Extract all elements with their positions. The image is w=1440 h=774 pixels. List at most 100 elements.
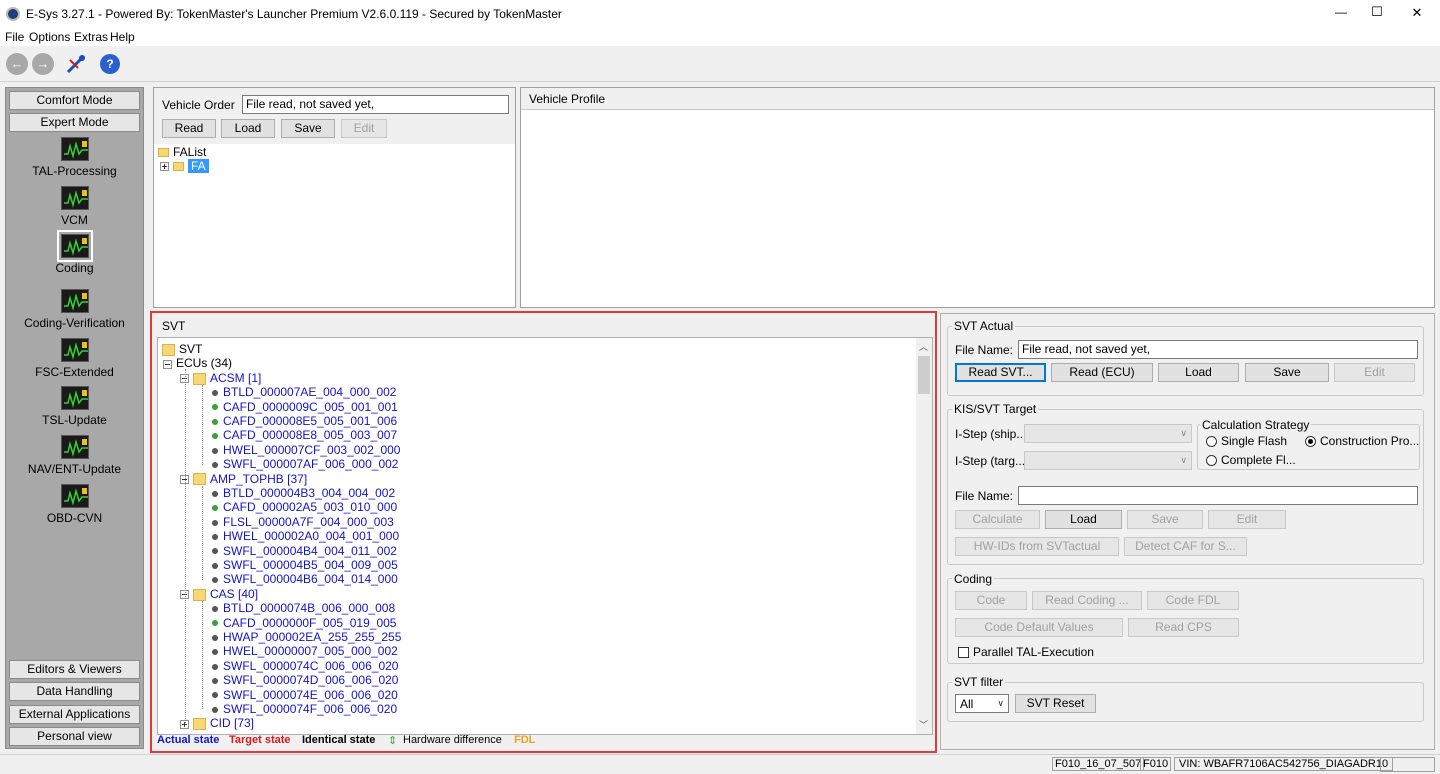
svt-item-row[interactable]: HWEL_000002A0_004_001_000: [212, 529, 399, 543]
personal-view-tab[interactable]: Personal view: [9, 727, 140, 746]
scroll-down-icon[interactable]: ﹀: [919, 718, 928, 731]
mode-label: FSC-Extended: [35, 365, 114, 379]
folder-icon: [162, 343, 175, 356]
ecus-node[interactable]: ECUs (34): [163, 356, 232, 370]
svt-item-row[interactable]: HWEL_000007CF_003_002_000: [212, 443, 400, 457]
parallel-tal-checkbox[interactable]: Parallel TAL-Execution: [958, 645, 1094, 659]
svt-item-row[interactable]: CAFD_000008E8_005_003_007: [212, 428, 397, 442]
monitor-icon: [60, 484, 89, 508]
svt-reset-button[interactable]: SVT Reset: [1015, 694, 1096, 713]
close-button[interactable]: ✕: [1402, 5, 1432, 21]
mode-vcm[interactable]: VCM: [9, 186, 140, 227]
read-svt-button[interactable]: Read SVT...: [955, 363, 1046, 382]
svt-root-node[interactable]: SVT: [162, 342, 202, 356]
vo-save-button[interactable]: Save: [281, 119, 335, 138]
svt-item-row[interactable]: CAFD_0000000F_005_019_005: [212, 616, 396, 630]
svt-actual-save-button[interactable]: Save: [1245, 363, 1329, 382]
expert-mode-tab[interactable]: Expert Mode: [9, 113, 140, 132]
complete-flash-radio[interactable]: Complete Fl...: [1206, 453, 1296, 467]
read-ecu-button[interactable]: Read (ECU): [1051, 363, 1153, 382]
code-default-values-button[interactable]: Code Default Values: [955, 618, 1123, 637]
vehicle-order-field[interactable]: File read, not saved yet,: [242, 95, 509, 114]
istep-targ-dropdown[interactable]: ∨: [1024, 451, 1192, 470]
connect-icon[interactable]: [64, 52, 88, 76]
svt-item-row[interactable]: BTLD_0000074B_006_000_008: [212, 601, 395, 615]
menu-extras[interactable]: Extras: [74, 30, 108, 44]
svt-item-row[interactable]: FLSL_00000A7F_004_000_003: [212, 515, 394, 529]
scroll-up-icon[interactable]: ︿: [919, 340, 928, 353]
menu-file[interactable]: File: [5, 30, 24, 44]
scroll-thumb[interactable]: [918, 356, 930, 394]
mode-obd-cvn[interactable]: OBD-CVN: [9, 484, 140, 525]
svt-actual-edit-button[interactable]: Edit: [1334, 363, 1415, 382]
istep-ship-dropdown[interactable]: ∨: [1024, 424, 1192, 443]
svt-item-row[interactable]: CAFD_000002A5_003_010_000: [212, 500, 397, 514]
state-dot-icon: [212, 562, 218, 569]
code-button[interactable]: Code: [955, 591, 1027, 610]
state-dot-icon: [212, 519, 218, 526]
mode-coding[interactable]: Coding: [9, 230, 140, 275]
mode-fsc-extended[interactable]: FSC-Extended: [9, 338, 140, 379]
comfort-mode-tab[interactable]: Comfort Mode: [9, 91, 140, 110]
svt-item-row[interactable]: SWFL_0000074F_006_006_020: [212, 702, 397, 716]
svt-item-row[interactable]: CAFD_0000009C_005_001_001: [212, 400, 398, 414]
vo-load-button[interactable]: Load: [221, 119, 275, 138]
back-icon[interactable]: ←: [6, 53, 28, 75]
kis-file-field[interactable]: [1018, 486, 1418, 505]
minimize-button[interactable]: —: [1326, 5, 1356, 19]
vo-edit-button[interactable]: Edit: [341, 119, 387, 138]
external-applications-tab[interactable]: External Applications: [9, 705, 140, 724]
editors-viewers-tab[interactable]: Editors & Viewers: [9, 660, 140, 679]
svt-item-row[interactable]: SWFL_0000074E_006_006_020: [212, 688, 398, 702]
code-fdl-button[interactable]: Code FDL: [1147, 591, 1239, 610]
svt-item-row[interactable]: BTLD_000004B3_004_004_002: [212, 486, 395, 500]
expand-icon[interactable]: [160, 162, 169, 172]
vo-read-button[interactable]: Read: [162, 119, 216, 138]
svt-item-row[interactable]: SWFL_000007AF_006_000_002: [212, 457, 398, 471]
help-icon[interactable]: ?: [100, 54, 120, 74]
title-bar: E-Sys 3.27.1 - Powered By: TokenMaster's…: [0, 0, 1440, 29]
svt-item-row[interactable]: HWEL_00000007_005_000_002: [212, 644, 398, 658]
ecu-group-node[interactable]: CAS [40]: [180, 587, 258, 601]
calculate-button[interactable]: Calculate: [955, 510, 1040, 529]
svt-item-row[interactable]: SWFL_0000074C_006_006_020: [212, 659, 398, 673]
fa-node[interactable]: FA: [160, 159, 209, 173]
ecu-group-node[interactable]: ACSM [1]: [180, 371, 261, 385]
svt-item-row[interactable]: SWFL_000004B6_004_014_000: [212, 572, 398, 586]
kis-load-button[interactable]: Load: [1045, 510, 1122, 529]
app-icon: [6, 7, 20, 21]
svt-item-row[interactable]: HWAP_000002EA_255_255_255: [212, 630, 401, 644]
construction-radio[interactable]: Construction Pro...: [1305, 434, 1419, 448]
hwids-from-svt-button[interactable]: HW-IDs from SVTactual: [955, 537, 1119, 556]
forward-icon[interactable]: →: [32, 53, 54, 75]
mode-label: VCM: [61, 213, 88, 227]
kis-save-button[interactable]: Save: [1127, 510, 1203, 529]
svt-actual-load-button[interactable]: Load: [1158, 363, 1239, 382]
mode-tal-processing[interactable]: TAL-Processing: [9, 137, 140, 178]
svt-item-row[interactable]: SWFL_0000074D_006_006_020: [212, 673, 398, 687]
mode-coding-verification[interactable]: Coding-Verification: [9, 289, 140, 330]
menu-options[interactable]: Options: [29, 30, 70, 44]
ecu-group-node[interactable]: AMP_TOPHB [37]: [180, 472, 307, 486]
falist-node[interactable]: FAList: [158, 145, 206, 159]
read-coding-button[interactable]: Read Coding ...: [1032, 591, 1142, 610]
svt-item-row[interactable]: CAFD_000008E5_005_001_006: [212, 414, 397, 428]
vertical-scrollbar[interactable]: ︿ ﹀: [916, 338, 932, 734]
kis-edit-button[interactable]: Edit: [1208, 510, 1286, 529]
svt-item-row[interactable]: SWFL_000004B5_004_009_005: [212, 558, 398, 572]
hardware-diff-dot-icon: [212, 433, 218, 440]
menu-help[interactable]: Help: [110, 30, 135, 44]
ecu-group-node[interactable]: CID [73]: [180, 716, 254, 730]
svt-item-row[interactable]: SWFL_000004B4_004_011_002: [212, 544, 397, 558]
svt-actual-file-field[interactable]: File read, not saved yet,: [1018, 340, 1418, 359]
svt-item-row[interactable]: BTLD_000007AE_004_000_002: [212, 385, 396, 399]
single-flash-radio[interactable]: Single Flash: [1206, 434, 1287, 448]
mode-nav-ent-update[interactable]: NAV/ENT-Update: [9, 435, 140, 476]
mode-tsl-update[interactable]: TSL-Update: [9, 386, 140, 427]
detect-caf-button[interactable]: Detect CAF for S...: [1124, 537, 1247, 556]
data-handling-tab[interactable]: Data Handling: [9, 682, 140, 701]
svt-filter-dropdown[interactable]: All ∨: [955, 694, 1009, 713]
maximize-button[interactable]: ☐: [1362, 4, 1392, 20]
read-cps-button[interactable]: Read CPS: [1128, 618, 1239, 637]
collapse-icon[interactable]: [163, 359, 172, 369]
